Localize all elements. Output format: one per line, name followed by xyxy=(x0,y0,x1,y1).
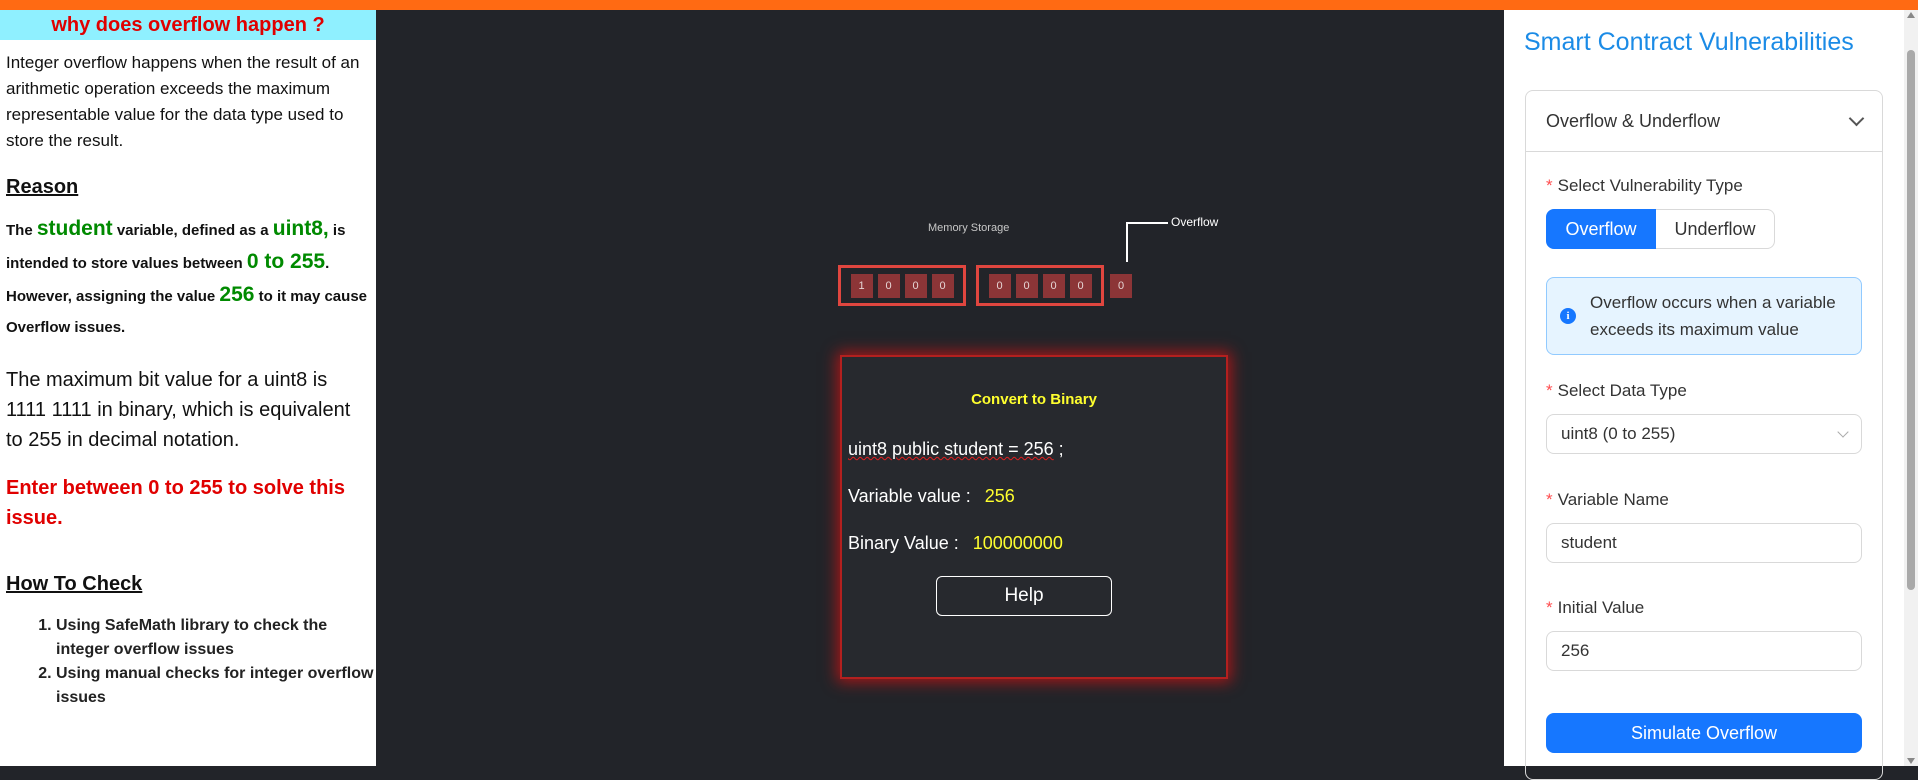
overflow-collapse-panel: Overflow & Underflow * Select Vulnerabili… xyxy=(1525,90,1883,780)
variable-name-label: * Variable Name xyxy=(1546,490,1669,510)
bit-cell: 0 xyxy=(1015,273,1038,298)
explanation-panel: why does overflow happen ? Integer overf… xyxy=(0,10,376,766)
required-mark: * xyxy=(1546,598,1553,617)
label-text: Select Data Type xyxy=(1557,381,1687,400)
info-icon: i xyxy=(1560,308,1576,324)
info-alert: i Overflow occurs when a variable exceed… xyxy=(1546,277,1862,355)
label-text: Variable Name xyxy=(1557,490,1669,509)
scrollbar[interactable] xyxy=(1904,10,1918,766)
reason-heading: Reason xyxy=(6,176,79,198)
bit-cell: 0 xyxy=(1042,273,1065,298)
bit-cell: 0 xyxy=(904,273,927,298)
overflow-bit-cell: 0 xyxy=(1110,274,1132,298)
required-mark: * xyxy=(1546,490,1553,509)
scroll-down-arrow-icon[interactable] xyxy=(1907,758,1915,764)
overflow-label: Overflow xyxy=(1171,215,1219,229)
help-button[interactable]: Help xyxy=(936,576,1112,616)
initial-value-input[interactable] xyxy=(1546,631,1862,671)
memory-storage-label: Memory Storage xyxy=(928,222,1010,234)
card-title: Convert to Binary xyxy=(971,391,1097,408)
how-to-check-heading: How To Check xyxy=(6,573,143,595)
chevron-down-icon xyxy=(1837,425,1849,438)
label-text: Select Vulnerability Type xyxy=(1557,176,1743,195)
binary-value-row: Binary Value : 100000000 xyxy=(848,533,1063,554)
collapse-header[interactable]: Overflow & Underflow xyxy=(1526,91,1882,152)
bit-cell: 0 xyxy=(877,273,900,298)
required-mark: * xyxy=(1546,176,1553,195)
binary-value: 100000000 xyxy=(972,533,1063,553)
initial-value-label: * Initial Value xyxy=(1546,598,1644,618)
bit-cell: 0 xyxy=(988,273,1011,298)
range-highlight: 0 to 255 xyxy=(246,250,326,273)
variable-value-row: Variable value : 256 xyxy=(848,486,1015,507)
vulnerability-type-label: * Select Vulnerability Type xyxy=(1546,176,1743,196)
code-terminator: ; xyxy=(1053,439,1064,459)
reason-part: The xyxy=(6,222,37,239)
underflow-option[interactable]: Underflow xyxy=(1656,209,1775,249)
data-type-select[interactable]: uint8 (0 to 255) xyxy=(1546,414,1862,454)
list-item: Using manual checks for integer overflow… xyxy=(56,662,376,710)
bit-cell: 0 xyxy=(1069,273,1092,298)
scrollbar-thumb[interactable] xyxy=(1907,50,1915,590)
memory-byte-high: 1 0 0 0 xyxy=(838,265,966,306)
top-accent-bar xyxy=(0,0,1918,10)
list-item: Using SafeMath library to check the inte… xyxy=(56,614,376,662)
enter-range-hint: Enter between 0 to 255 to solve this iss… xyxy=(6,477,345,529)
memory-byte-low: 0 0 0 0 xyxy=(976,265,1104,306)
explanation-title: why does overflow happen ? xyxy=(0,10,376,40)
variable-value: 256 xyxy=(984,486,1015,506)
visualization-area: Memory Storage Overflow 1 0 0 0 0 0 0 0 … xyxy=(376,10,1504,766)
binary-value-label: Binary Value : xyxy=(848,533,959,553)
overflow-pointer-line xyxy=(1126,222,1168,262)
alert-text: Overflow occurs when a variable exceeds … xyxy=(1590,293,1836,339)
chevron-down-icon xyxy=(1848,110,1865,126)
type-highlight: uint8, xyxy=(272,217,329,240)
control-panel: Smart Contract Vulnerabilities Overflow … xyxy=(1504,10,1918,780)
bit-cell: 1 xyxy=(850,273,873,298)
max-bit-text: The maximum bit value for a uint8 is 111… xyxy=(6,369,351,451)
variable-value-label: Variable value : xyxy=(848,486,971,506)
intro-text: Integer overflow happens when the result… xyxy=(6,53,360,150)
scroll-up-arrow-icon[interactable] xyxy=(1907,12,1915,18)
simulate-overflow-button[interactable]: Simulate Overflow xyxy=(1546,713,1862,753)
required-mark: * xyxy=(1546,381,1553,400)
variable-name-input[interactable] xyxy=(1546,523,1862,563)
reason-text: The student variable, defined as a uint8… xyxy=(6,213,370,343)
reason-part: variable, defined as a xyxy=(112,222,273,239)
bit-cell: 0 xyxy=(931,273,954,298)
overflow-option[interactable]: Overflow xyxy=(1546,209,1656,249)
data-type-label: * Select Data Type xyxy=(1546,381,1687,401)
check-list: Using SafeMath library to check the inte… xyxy=(0,614,376,710)
code-line: uint8 public student = 256 ; xyxy=(848,439,1064,460)
code-declaration: uint8 public student = 256 xyxy=(848,439,1054,459)
convert-binary-card: Convert to Binary uint8 public student =… xyxy=(840,355,1228,679)
collapse-title: Overflow & Underflow xyxy=(1546,110,1721,131)
value-highlight: 256 xyxy=(219,283,255,306)
vulnerability-type-toggle: Overflow Underflow xyxy=(1546,209,1775,249)
variable-name-highlight: student xyxy=(36,217,113,240)
label-text: Initial Value xyxy=(1557,598,1645,617)
panel-title: Smart Contract Vulnerabilities xyxy=(1524,28,1854,56)
data-type-value: uint8 (0 to 255) xyxy=(1561,424,1676,443)
